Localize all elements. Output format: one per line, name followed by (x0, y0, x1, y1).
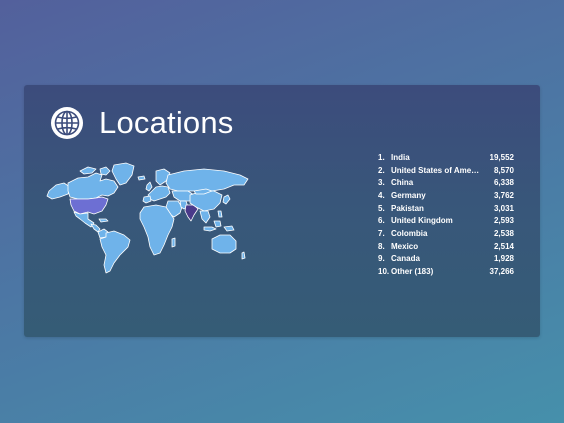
country-label: Pakistan (391, 203, 424, 213)
count-value: 3,762 (493, 190, 514, 200)
country-label: Colombia (391, 228, 428, 238)
map-region-indonesia (203, 226, 217, 232)
count-value: 8,570 (493, 165, 514, 175)
map-region-uk (145, 181, 153, 192)
rank-label: 6. (378, 216, 385, 226)
list-item[interactable]: 9. Canada 1,928 (378, 253, 514, 266)
locations-card: Locations 1. India 19,552 2. United Stat… (24, 85, 540, 337)
map-region-caribbean (98, 218, 109, 223)
rank-label: 7. (378, 228, 385, 238)
list-item[interactable]: 7. Colombia 2,538 (378, 227, 514, 240)
map-region-madagascar (171, 237, 176, 248)
map-region-new-guinea (223, 225, 235, 232)
rank-label: 3. (378, 178, 385, 188)
rank-label: 9. (378, 254, 385, 264)
map-region-south-america (99, 230, 131, 274)
count-value: 2,538 (493, 228, 514, 238)
country-label: Mexico (391, 241, 419, 251)
map-region-australia (211, 234, 237, 254)
count-value: 37,266 (489, 267, 514, 277)
rank-label: 5. (378, 203, 385, 213)
country-label: United States of Ame… (391, 165, 480, 175)
list-item[interactable]: 10. Other (183) 37,266 (378, 265, 514, 278)
count-value: 2,514 (493, 241, 514, 251)
map-region-arctic-islands (79, 166, 97, 175)
country-label: China (391, 178, 414, 188)
list-item[interactable]: 5. Pakistan 3,031 (378, 202, 514, 215)
map-region-baffin (99, 166, 111, 176)
list-item[interactable]: 1. India 19,552 (378, 151, 514, 164)
world-map[interactable] (44, 161, 254, 277)
list-item[interactable]: 8. Mexico 2,514 (378, 240, 514, 253)
map-region-usa (69, 196, 109, 215)
map-region-new-zealand (241, 251, 246, 260)
list-item[interactable]: 3. China 6,338 (378, 176, 514, 189)
map-region-alaska (46, 182, 71, 200)
map-region-borneo (213, 220, 222, 228)
map-region-russia (165, 168, 249, 192)
count-value: 3,031 (493, 203, 514, 213)
country-label: India (391, 152, 410, 162)
rank-label: 4. (378, 190, 385, 200)
count-value: 2,593 (493, 216, 514, 226)
map-region-canada (67, 172, 119, 200)
map-region-central-america (90, 223, 101, 233)
locations-list: 1. India 19,552 2. United States of Ame…… (378, 151, 514, 278)
rank-label: 8. (378, 241, 385, 251)
map-region-se-asia (199, 210, 211, 224)
country-label: Germany (391, 190, 426, 200)
map-region-japan (222, 194, 231, 205)
list-item[interactable]: 6. United Kingdom 2,593 (378, 214, 514, 227)
country-label: Other (183) (391, 267, 434, 277)
map-region-greenland (111, 162, 135, 186)
map-region-africa (139, 204, 175, 256)
country-label: United Kingdom (391, 216, 453, 226)
map-region-iberia (142, 195, 152, 204)
card-title: Locations (99, 105, 234, 140)
count-value: 6,338 (493, 178, 514, 188)
count-value: 1,928 (493, 254, 514, 264)
list-item[interactable]: 2. United States of Ame… 8,570 (378, 164, 514, 177)
map-region-philippines (217, 210, 223, 218)
card-header: Locations (50, 103, 234, 143)
rank-label: 1. (378, 152, 385, 162)
rank-label: 10. (378, 267, 390, 277)
count-value: 19,552 (489, 152, 514, 162)
globe-icon (51, 107, 83, 139)
list-item[interactable]: 4. Germany 3,762 (378, 189, 514, 202)
map-region-iceland (137, 175, 146, 181)
country-label: Canada (391, 254, 420, 264)
rank-label: 2. (378, 165, 385, 175)
